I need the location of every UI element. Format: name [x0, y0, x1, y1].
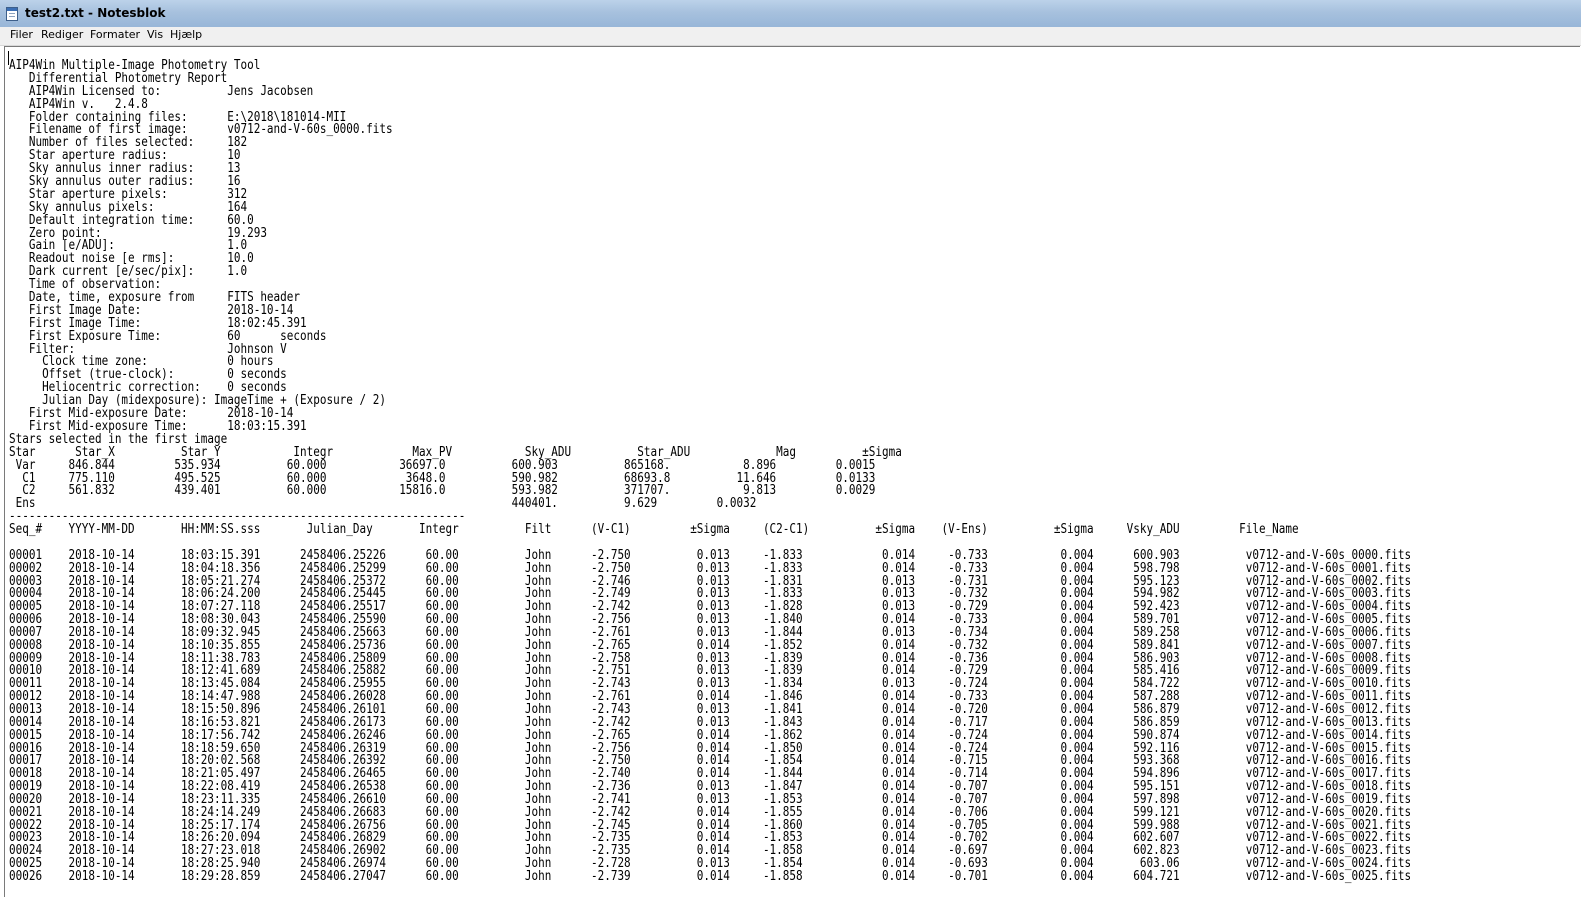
- title-bar[interactable]: test2.txt - Notesblok: [0, 0, 1581, 28]
- window-title: test2.txt - Notesblok: [25, 6, 166, 20]
- text-editor[interactable]: AIP4Win Multiple-Image Photometry Tool D…: [4, 46, 1580, 897]
- menu-hjaelp[interactable]: Hjælp: [170, 28, 202, 41]
- menu-formater[interactable]: Formater: [90, 28, 140, 41]
- notepad-window: test2.txt - Notesblok Filer Rediger Form…: [0, 0, 1581, 897]
- menu-rediger[interactable]: Rediger: [41, 28, 83, 41]
- text-line: 00026 2018-10-14 18:29:28.859 2458406.27…: [9, 868, 1412, 884]
- menu-vis[interactable]: Vis: [147, 28, 163, 41]
- menu-filer[interactable]: Filer: [10, 28, 33, 41]
- text-line: Dark current [e/sec/pix]: 1.0: [9, 264, 248, 280]
- text-line: Seq_# YYYY-MM-DD HH:MM:SS.sss Julian_Day…: [9, 522, 1299, 538]
- notepad-icon: [6, 7, 18, 21]
- menu-bar: Filer Rediger Formater Vis Hjælp: [0, 27, 1581, 46]
- text-line: AIP4Win Licensed to: Jens Jacobsen: [9, 83, 314, 99]
- document-text: AIP4Win Multiple-Image Photometry Tool D…: [9, 59, 1412, 884]
